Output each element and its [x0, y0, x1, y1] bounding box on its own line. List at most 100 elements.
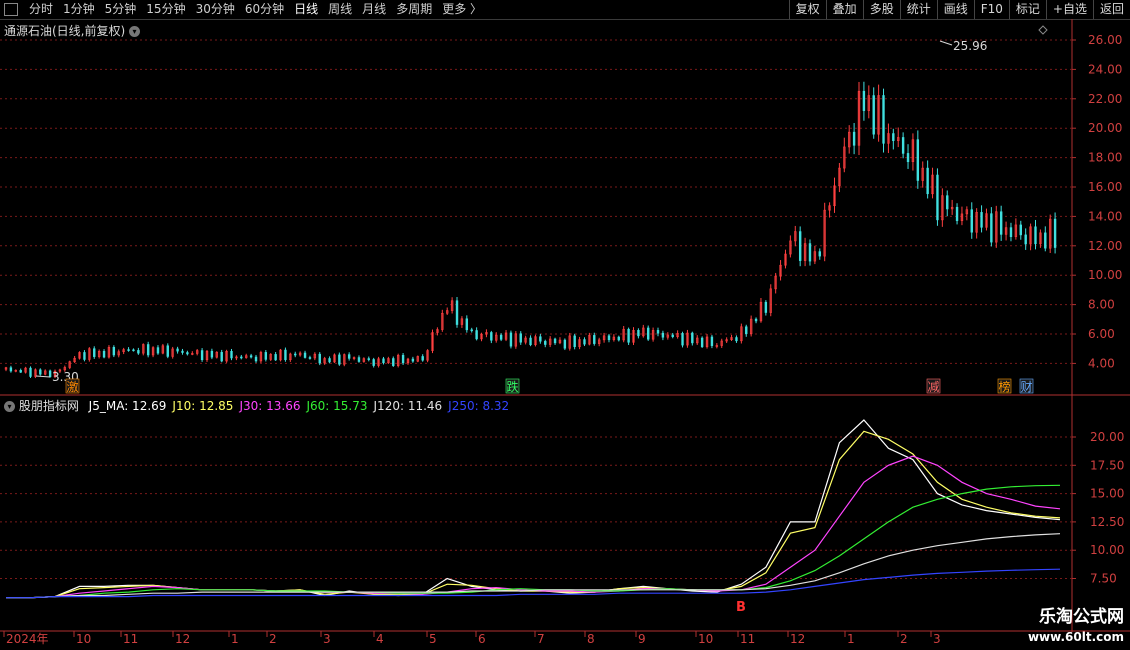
candle-body [181, 350, 184, 353]
candle-body [357, 357, 361, 362]
candle-body [980, 212, 983, 228]
x-axis-label: 12 [175, 632, 190, 646]
candle-body [19, 370, 22, 373]
x-axis-label: 5 [429, 632, 437, 646]
candle-body [421, 356, 424, 361]
candle-body [906, 153, 910, 163]
candle-body [627, 328, 630, 343]
candle-body [862, 90, 866, 111]
candle-body [647, 327, 650, 340]
candle-body [470, 329, 473, 332]
candle-body [955, 206, 959, 221]
candle-body [39, 369, 42, 375]
event-marker-label: 跌 [507, 379, 519, 394]
candle-body [210, 350, 214, 358]
candle-body [112, 346, 116, 356]
x-axis-label: 10 [76, 632, 91, 646]
candle-body [607, 335, 611, 341]
x-axis-label: 6 [478, 632, 486, 646]
price-tick-label: 26.00 [1088, 33, 1122, 47]
x-axis-label: 4 [376, 632, 384, 646]
indicator-tick-label: 10.00 [1090, 543, 1124, 557]
x-axis-label: 1 [847, 632, 855, 646]
candle-body [220, 352, 223, 362]
candle-body [529, 337, 532, 346]
candle-body [338, 354, 341, 365]
x-axis-label: 1 [231, 632, 239, 646]
candle-body [186, 352, 189, 355]
candle-body [372, 359, 375, 366]
candle-body [901, 137, 905, 154]
candle-body [303, 352, 307, 358]
candle-body [872, 95, 875, 135]
candle-body [916, 139, 920, 181]
candle-body [308, 357, 312, 359]
high-price-pointer [939, 40, 953, 46]
x-axis-label: 3 [323, 632, 331, 646]
candle-body [200, 350, 204, 361]
price-tick-label: 18.00 [1088, 151, 1122, 165]
candle-body [249, 355, 253, 358]
candle-body [936, 174, 939, 221]
candle-body [1009, 227, 1013, 238]
candle-body [328, 358, 331, 363]
candle-body [970, 209, 973, 233]
candle-body [671, 334, 674, 338]
price-tick-label: 16.00 [1088, 180, 1122, 194]
candle-body [637, 330, 640, 337]
candle-body [509, 332, 513, 347]
event-marker-label: 财 [1021, 380, 1033, 394]
candle-body [156, 347, 160, 354]
candle-body [735, 337, 738, 342]
candle-body [318, 353, 321, 364]
candle-body [146, 344, 150, 356]
candle-body [176, 348, 179, 352]
candle-body [392, 358, 395, 366]
candle-body [563, 339, 567, 349]
x-axis-label: 12 [790, 632, 805, 646]
candle-body [1034, 226, 1037, 245]
candle-body [137, 350, 140, 354]
x-axis-label: 2024年 [6, 632, 49, 646]
candle-body [661, 332, 665, 338]
buy-signal-label: B [736, 600, 746, 615]
candle-body [455, 300, 459, 325]
logo-line1: 乐淘公式网 [1039, 607, 1124, 627]
candle-body [274, 354, 277, 361]
price-tick-label: 22.00 [1088, 92, 1122, 106]
candle-body [490, 332, 493, 341]
candle-body [465, 318, 469, 331]
candle-body [240, 356, 243, 359]
candle-body [710, 336, 714, 346]
candle-body [544, 340, 547, 345]
indicator-line-j120 [6, 533, 1061, 599]
candle-body [818, 251, 821, 257]
candle-body [382, 358, 385, 364]
price-tick-label: 10.00 [1088, 268, 1122, 282]
candle-body [882, 95, 885, 144]
candle-body [764, 301, 768, 313]
candle-body [691, 332, 694, 344]
candle-body [367, 358, 370, 360]
x-axis-label: 2 [900, 632, 908, 646]
price-tick-label: 4.00 [1088, 356, 1115, 370]
indicator-tick-label: 12.50 [1090, 515, 1124, 529]
candle-body [166, 345, 169, 357]
indicator-line-j60 [6, 484, 1061, 599]
high-price-label: 25.96 [953, 39, 987, 53]
x-axis-label: 3 [933, 632, 941, 646]
candle-body [808, 243, 812, 262]
diamond-icon [1038, 25, 1048, 35]
price-tick-label: 6.00 [1088, 327, 1115, 341]
candle-body [754, 318, 758, 322]
candle-body [593, 335, 596, 344]
x-axis-label: 2 [269, 632, 277, 646]
indicator-line-j5-ma [6, 419, 1061, 599]
candle-body [48, 370, 52, 378]
indicator-line-j10 [6, 430, 1061, 599]
indicator-tick-label: 20.00 [1090, 430, 1124, 444]
candle-body [573, 335, 576, 348]
candle-body [1044, 232, 1047, 249]
candle-body [926, 167, 929, 195]
candle-body [475, 330, 478, 340]
